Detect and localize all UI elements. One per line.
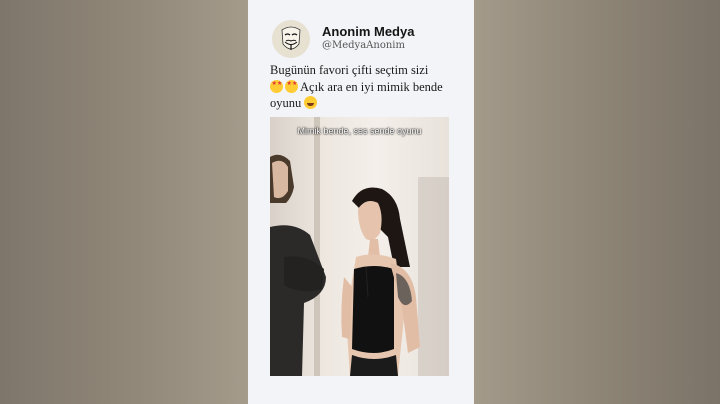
post-text-line: Açık ara en iyi mimik bende: [270, 79, 466, 96]
post-text-line-2: Açık ara en iyi mimik bende: [300, 79, 443, 94]
guy-fawkes-mask-icon: [272, 20, 310, 58]
video-caption: Mimik bende, ses sende oyunu: [297, 126, 422, 136]
background-blur-right: [474, 0, 720, 404]
laughing-emoji-icon: [304, 96, 318, 109]
video-frame-people: [270, 154, 420, 376]
post-text: Bugünün favori çifti seçtim sizi Açık ar…: [270, 62, 466, 112]
background-blur-left: [0, 0, 248, 404]
author-handle[interactable]: @MedyaAnonim: [322, 40, 405, 51]
star-struck-emoji-icon: [270, 79, 283, 93]
author-name[interactable]: Anonim Medya: [322, 24, 414, 39]
post-text-line: Bugünün favori çifti seçtim sizi: [270, 63, 429, 77]
post-text-line-3: oyunu: [270, 96, 302, 110]
star-struck-emoji-icon: [285, 79, 298, 93]
video-player[interactable]: Mimik bende, ses sende oyunu: [270, 117, 449, 376]
avatar[interactable]: [272, 20, 310, 58]
post-text-line: oyunu: [270, 95, 466, 112]
post-card[interactable]: Anonim Medya @MedyaAnonim Bugünün favori…: [248, 0, 474, 404]
